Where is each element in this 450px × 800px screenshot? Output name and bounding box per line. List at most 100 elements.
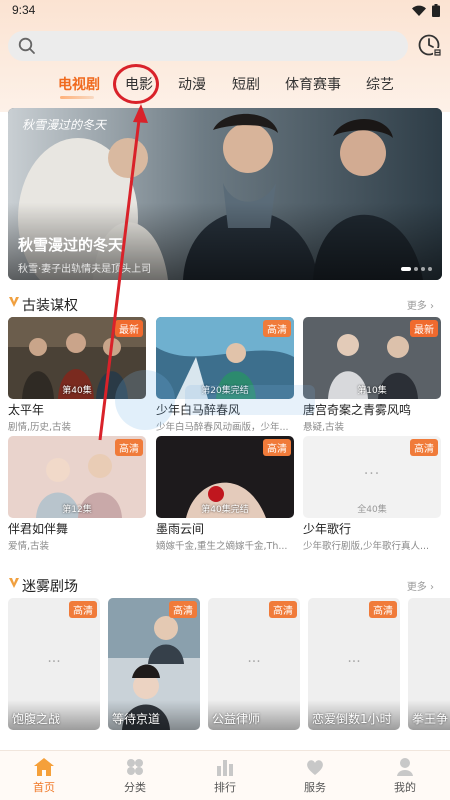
card-badge: 最新 — [410, 320, 438, 337]
tab-movies[interactable]: 电影 — [125, 74, 153, 94]
poster-card[interactable]: ··· 高清 公益律师 — [208, 598, 300, 730]
poster-badge: 高清 — [269, 601, 297, 618]
section-header-mystery: 迷雾剧场 更多 › — [8, 575, 442, 595]
poster-title: 饱腹之战 — [12, 712, 61, 726]
nav-label: 我的 — [394, 781, 416, 794]
card-thumbnail: 高清 第12集 — [8, 436, 146, 518]
battery-icon — [432, 4, 440, 17]
card-episode: 第10集 — [357, 386, 387, 396]
poster-title: 公益律师 — [212, 712, 261, 726]
search-input[interactable] — [42, 36, 397, 56]
search-icon — [18, 37, 35, 54]
tab-variety[interactable]: 综艺 — [366, 74, 394, 94]
active-tab-indicator — [60, 96, 94, 99]
search-bar[interactable] — [8, 31, 408, 61]
card-episode: 第12集 — [62, 505, 92, 515]
tab-anime[interactable]: 动漫 — [178, 74, 206, 94]
card-tags: 剧情,历史,古装 — [8, 422, 72, 433]
card-tags: 少年白马醉春风动画版，少年... — [156, 422, 289, 433]
video-card[interactable]: ··· 高清 全40集 少年歌行 少年歌行剧版,少年歌行真人... — [303, 436, 441, 552]
banner-subtitle: 秋雪·妻子出轨情夫是顶头上司 — [18, 264, 152, 275]
nav-label: 首页 — [33, 781, 55, 794]
more-link[interactable]: 更多 › — [407, 578, 434, 593]
video-card[interactable]: 高清 第40集完结 墨雨云间 嫡嫁千金,重生之嫡嫁千金,Th... — [156, 436, 294, 552]
nav-service[interactable]: 服务 — [285, 757, 345, 795]
nav-home[interactable]: 首页 — [14, 757, 74, 795]
card-thumbnail: ··· 高清 全40集 — [303, 436, 441, 518]
banner-logo-text: 秋雪漫过的冬天 — [22, 118, 107, 132]
card-title: 唐宫奇案之青雾风鸣 — [303, 403, 412, 417]
chevron-right-icon: › — [430, 301, 434, 312]
tab-sports[interactable]: 体育赛事 — [285, 74, 341, 94]
status-time: 9:34 — [12, 3, 36, 17]
section-mark-icon — [9, 578, 19, 588]
poster-title: 拳王争 — [412, 712, 449, 726]
chevron-right-icon: › — [430, 582, 434, 593]
tab-short-drama[interactable]: 短剧 — [232, 74, 260, 94]
card-badge: 高清 — [115, 439, 143, 456]
nav-label: 排行 — [214, 781, 236, 794]
card-badge: 高清 — [263, 320, 291, 337]
poster-card[interactable]: ··· 高清 饱腹之战 — [8, 598, 100, 730]
profile-icon — [397, 758, 413, 776]
card-episode: 第40集 — [62, 386, 92, 396]
placeholder-dots-icon: ··· — [363, 466, 381, 482]
card-tags: 少年歌行剧版,少年歌行真人... — [303, 541, 430, 552]
poster-badge: 高清 — [369, 601, 397, 618]
card-title: 伴君如伴舞 — [8, 522, 69, 536]
status-bar: 9:34 — [0, 0, 450, 22]
clock-history-icon[interactable] — [417, 32, 443, 58]
status-icons — [412, 4, 440, 17]
bottom-navigation: 首页 分类 排行 服务 我的 — [0, 750, 450, 800]
card-title: 墨雨云间 — [156, 522, 205, 536]
hero-banner[interactable]: 秋雪漫过的冬天 秋雪漫过的冬天 秋雪·妻子出轨情夫是顶头上司 — [8, 108, 442, 280]
poster-title: 等待京道 — [112, 712, 161, 726]
poster-badge: 高清 — [69, 601, 97, 618]
nav-category[interactable]: 分类 — [105, 757, 165, 795]
nav-ranking[interactable]: 排行 — [195, 757, 255, 795]
placeholder-dots-icon: ··· — [47, 654, 61, 670]
poster-card[interactable]: ··· 高清 恋爱倒数1小时 — [308, 598, 400, 730]
banner-dot — [414, 267, 418, 271]
card-thumbnail: 高清 第20集完结 — [156, 317, 294, 399]
video-card[interactable]: 最新 第40集 太平年 剧情,历史,古装 — [8, 317, 146, 433]
nav-label: 服务 — [304, 781, 326, 794]
card-title: 太平年 — [8, 403, 45, 417]
poster-badge: 高清 — [169, 601, 197, 618]
heart-service-icon — [307, 760, 323, 775]
poster-card[interactable]: 拳王争 — [408, 598, 450, 730]
card-title: 少年白马醉春风 — [156, 403, 241, 417]
more-label: 更多 — [406, 582, 427, 593]
banner-title: 秋雪漫过的冬天 — [18, 236, 124, 254]
video-card[interactable]: 最新 第10集 唐宫奇案之青雾风鸣 悬疑,古装 — [303, 317, 441, 433]
video-card[interactable]: 高清 第12集 伴君如伴舞 爱情,古装 — [8, 436, 146, 552]
card-episode: 第20集完结 — [201, 386, 249, 396]
banner-dot — [421, 267, 425, 271]
more-label: 更多 — [406, 301, 427, 312]
card-tags: 嫡嫁千金,重生之嫡嫁千金,Th... — [156, 541, 288, 552]
card-title: 少年歌行 — [303, 522, 352, 536]
card-episode: 全40集 — [357, 505, 387, 515]
banner-pagination — [401, 267, 432, 271]
ranking-icon — [217, 760, 233, 776]
section-header-ancient: 古装谋权 更多 › — [8, 294, 442, 314]
banner-dot-active — [401, 267, 411, 271]
more-link[interactable]: 更多 › — [407, 297, 434, 312]
card-badge: 高清 — [263, 439, 291, 456]
card-tags: 爱情,古装 — [8, 541, 50, 552]
card-episode: 第40集完结 — [201, 505, 249, 515]
poster-card[interactable]: 高清 等待京道 — [108, 598, 200, 730]
section-title: 迷雾剧场 — [22, 579, 78, 595]
placeholder-dots-icon: ··· — [347, 654, 361, 670]
home-icon — [34, 758, 54, 776]
card-tags: 悬疑,古装 — [303, 422, 345, 433]
tab-tv-series[interactable]: 电视剧 — [58, 74, 100, 94]
poster-title: 恋爱倒数1小时 — [312, 712, 392, 726]
banner-dot — [428, 267, 432, 271]
video-card[interactable]: 高清 第20集完结 少年白马醉春风 少年白马醉春风动画版，少年... — [156, 317, 294, 433]
category-icon — [127, 759, 143, 775]
category-tabs: 电视剧 电影 动漫 短剧 体育赛事 综艺 — [0, 74, 450, 100]
nav-profile[interactable]: 我的 — [375, 757, 435, 795]
card-badge: 最新 — [115, 320, 143, 337]
section-mark-icon — [9, 297, 19, 307]
